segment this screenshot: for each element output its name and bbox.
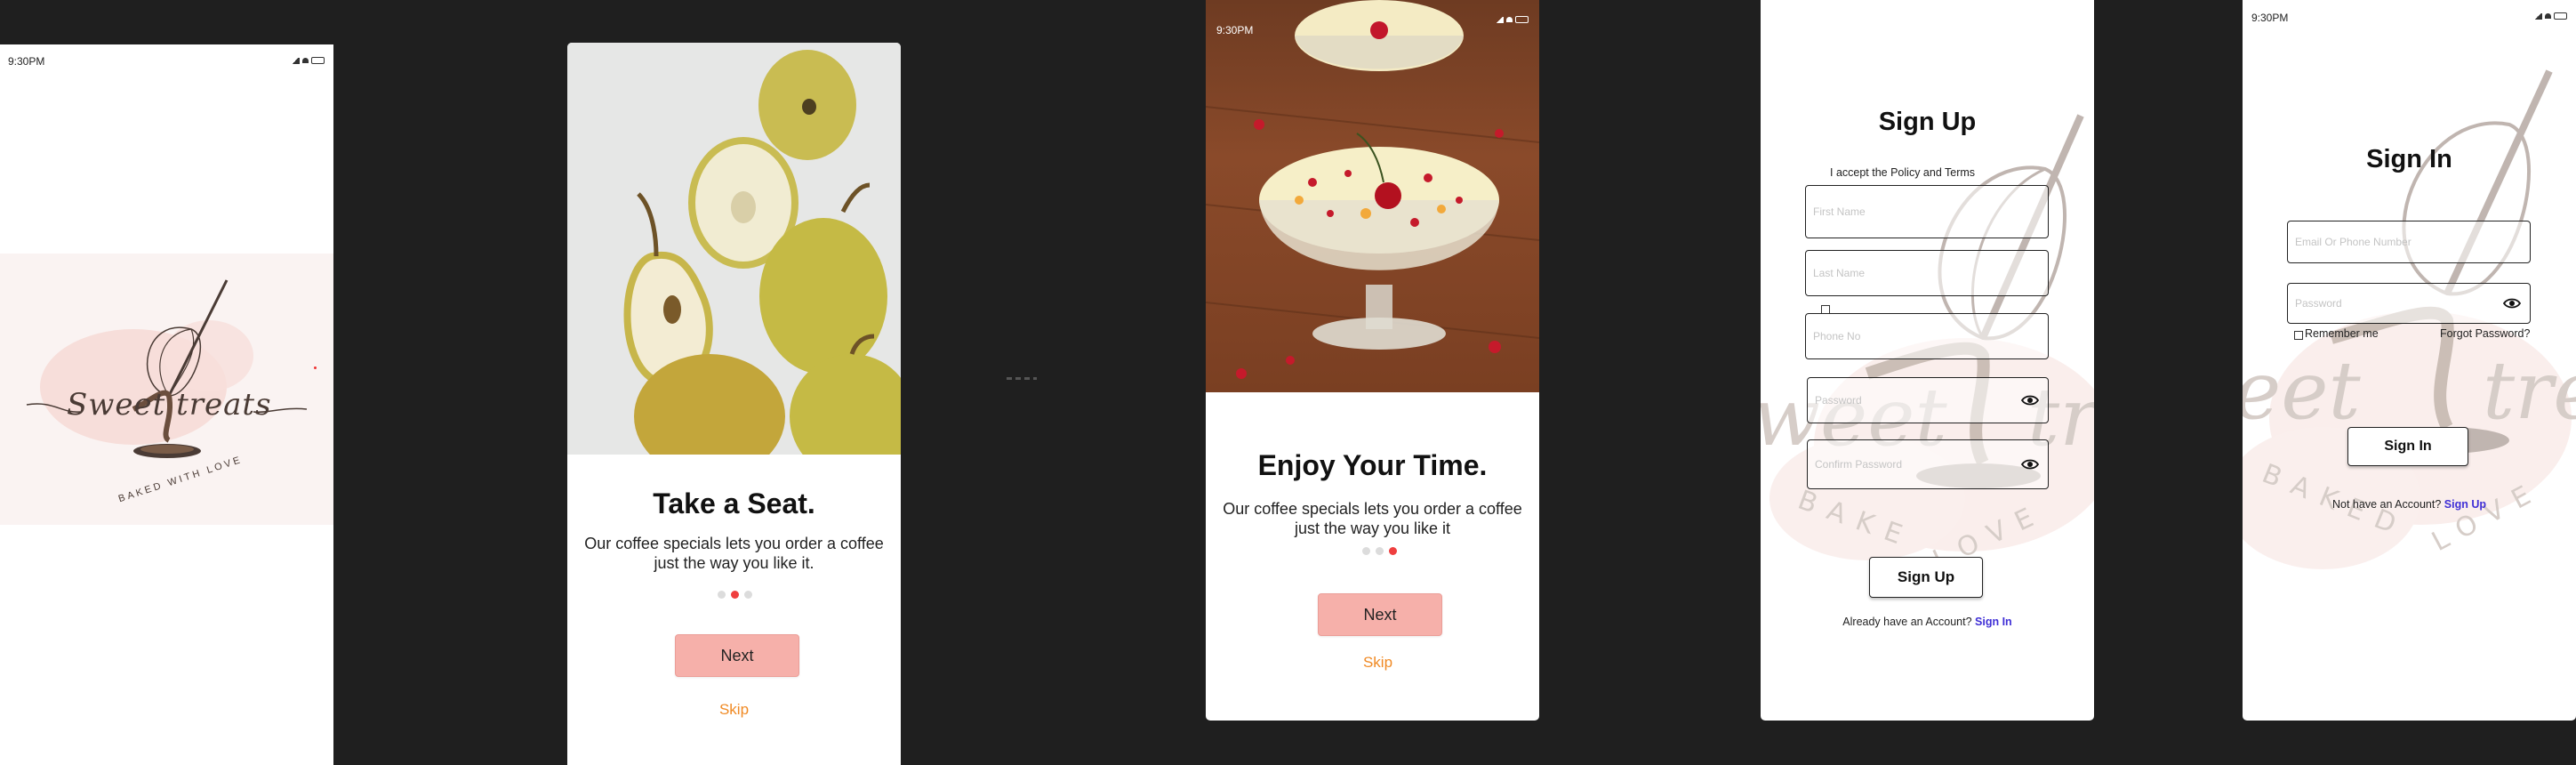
remember-label: Remember me [2305,327,2379,340]
signup-screen: weet treat BAKE LOVE Sign Up I accept th… [1761,0,2094,721]
flow-connector-icon [1007,377,1037,380]
wifi-icon [1506,17,1513,22]
signup-prompt: Not have an Account? Sign Up [2243,498,2576,511]
email-field[interactable] [2287,221,2531,263]
status-icons [1495,16,1529,23]
svg-text:BAKE: BAKE [1794,485,1918,555]
status-time: 9:30PM [8,55,45,68]
password-field[interactable] [1807,377,2049,423]
status-time: 9:30PM [1216,24,1254,36]
signup-title: Sign Up [1878,108,1977,136]
page-indicator [718,591,752,599]
skip-link[interactable]: Skip [701,701,767,719]
skip-link[interactable]: Skip [1344,654,1411,672]
signin-button[interactable]: Sign In [2347,427,2468,466]
logo-watermark: eet treat BAKED LOVE [2243,69,2576,569]
signin-link[interactable]: Sign In [1975,616,2012,628]
password-input[interactable] [1815,378,2012,423]
next-button[interactable]: Next [675,634,799,677]
logo-script-text: Sweet treats [67,387,272,423]
signin-title: Sign In [2366,145,2452,173]
signin-prompt: Already have an Account? Sign In [1761,616,2094,628]
logo-band: Sweet treats BAKED WITH LOVE [0,254,333,525]
eye-icon[interactable] [2021,395,2039,406]
pears-image [567,43,901,479]
svg-text:treat: treat [2483,344,2576,438]
page-dot[interactable] [718,591,726,599]
email-input[interactable] [2295,221,2494,262]
first-name-field[interactable] [1805,185,2049,238]
last-name-field[interactable] [1805,250,2049,296]
page-dot[interactable] [1362,547,1370,555]
battery-icon [2554,12,2567,20]
svg-text:eet: eet [2243,344,2362,438]
signal-icon [1495,16,1504,23]
remember-checkbox[interactable] [2294,331,2303,340]
status-icons [2533,12,2567,20]
dessert-illustration [1206,0,1539,379]
password-field[interactable] [2287,283,2531,324]
battery-icon [311,57,325,64]
battery-icon [1515,16,1529,23]
page-indicator [1362,547,1397,555]
signal-icon [291,57,300,64]
onboarding-title: Take a Seat. [653,487,815,519]
wifi-icon [2545,13,2551,19]
signup-button[interactable]: Sign Up [1869,557,1983,598]
signin-prompt-text: Already have an Account? [1842,616,1972,628]
signup-prompt-text: Not have an Account? [2331,498,2442,511]
wifi-icon [302,58,309,63]
signup-link[interactable]: Sign Up [2444,498,2486,511]
phone-input[interactable] [1813,314,2012,358]
page-dot-active[interactable] [1389,547,1397,555]
onboarding-description: Our coffee specials lets you order a cof… [584,535,884,572]
svg-text:LOVE: LOVE [2427,474,2547,558]
confirm-password-field[interactable] [1807,439,2049,489]
onboarding-description: Our coffee specials lets you order a cof… [1223,500,1522,537]
phone-field[interactable] [1805,313,2049,359]
signal-icon [2533,12,2542,20]
splash-screen: 9:30PM Sweet treats BAKED WITH LOVE [0,44,333,765]
confirm-password-input[interactable] [1815,440,2012,488]
first-name-input[interactable] [1813,186,2012,238]
policy-label: I accept the Policy and Terms [1830,166,1976,179]
page-dot-active[interactable] [731,591,739,599]
password-input[interactable] [2295,284,2494,323]
status-time: 9:30PM [2251,12,2289,24]
eye-icon[interactable] [2503,298,2521,309]
pears-illustration [623,50,901,479]
onboarding-enjoy-your-time: 9:30PM Enjoy Your Time. Our coffee speci… [1206,0,1539,721]
eye-icon[interactable] [2021,459,2039,470]
onboarding-take-a-seat: Take a Seat. Our coffee specials lets yo… [567,43,901,765]
red-marker-icon [314,366,317,369]
page-dot[interactable] [744,591,752,599]
signin-screen: eet treat BAKED LOVE 9:30PM Sign In Reme… [2243,0,2576,721]
dessert-image: 9:30PM [1206,0,1539,392]
page-dot[interactable] [1376,547,1384,555]
last-name-input[interactable] [1813,251,2012,295]
next-button[interactable]: Next [1318,593,1442,636]
status-icons [291,57,325,64]
forgot-password-link[interactable]: Forgot Password? [2440,327,2530,340]
onboarding-title: Enjoy Your Time. [1257,449,1488,481]
